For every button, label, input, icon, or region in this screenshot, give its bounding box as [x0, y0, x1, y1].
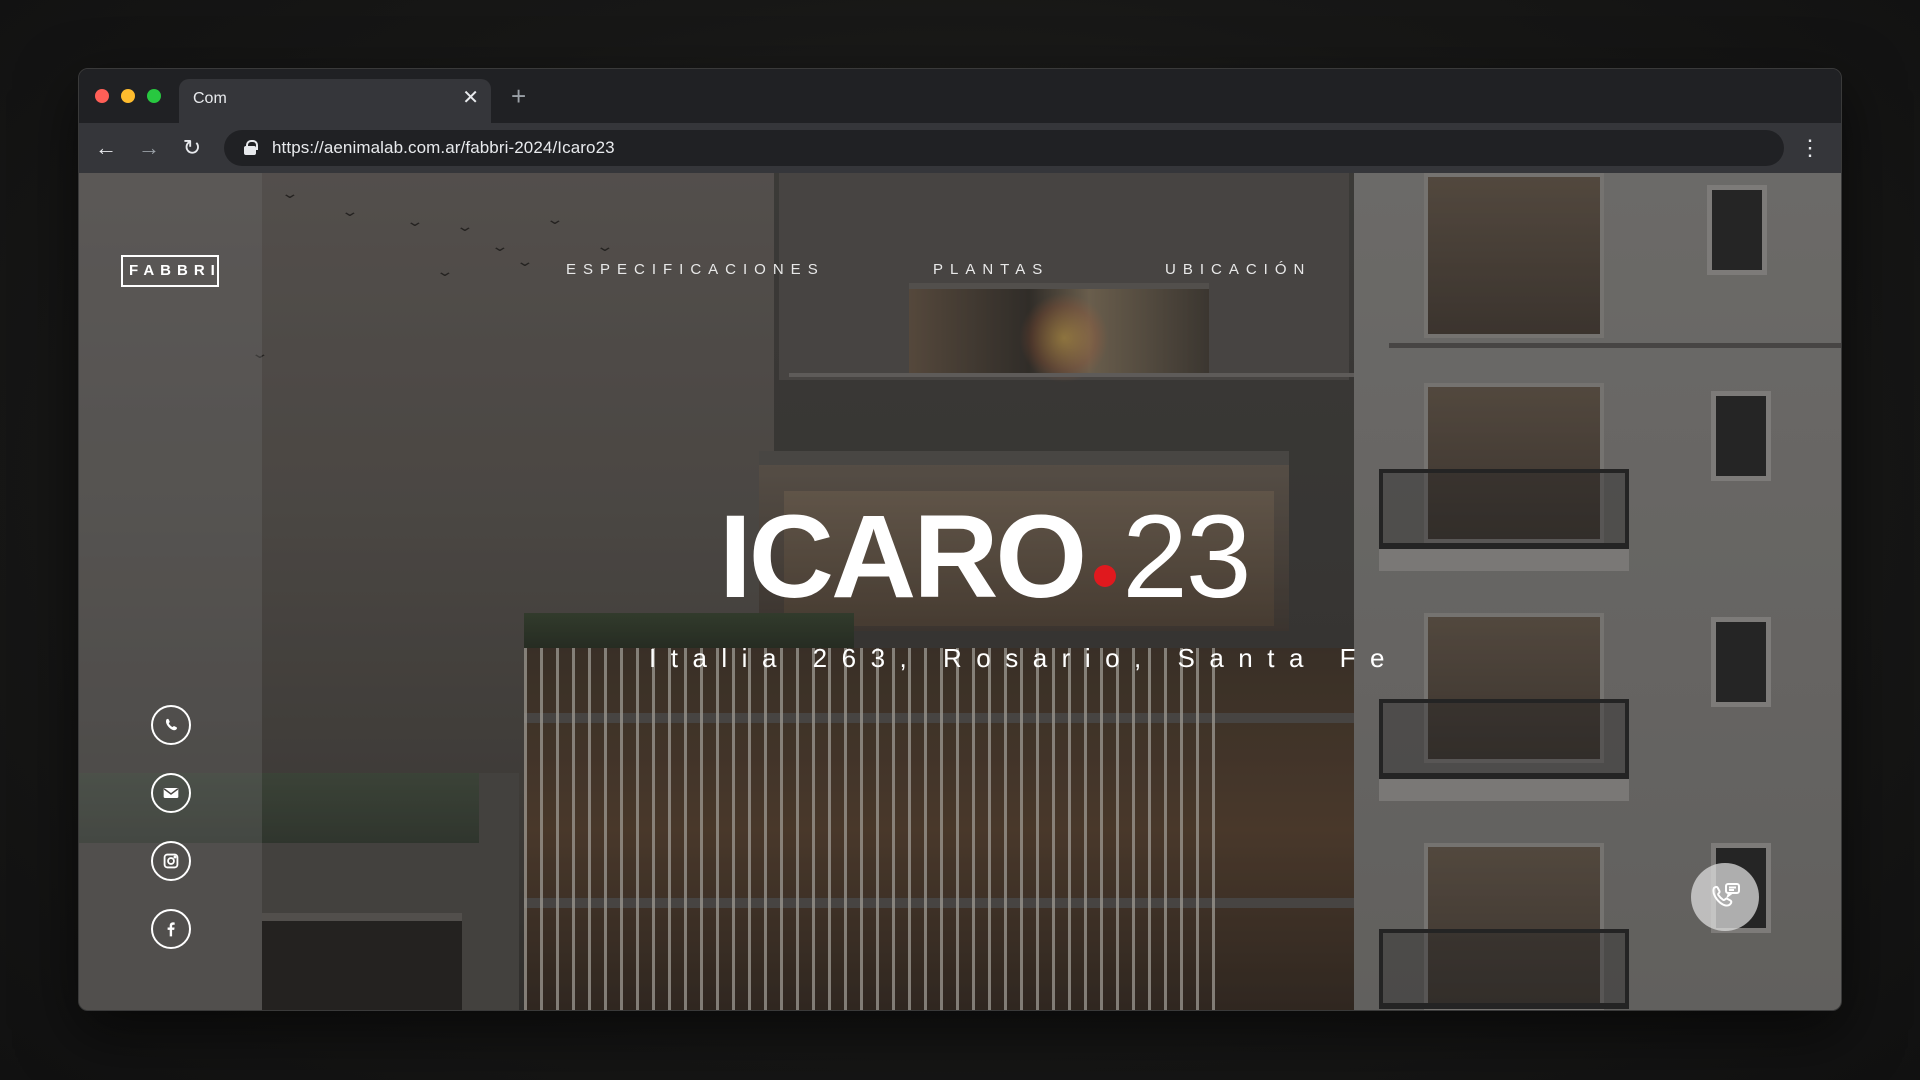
maximize-window-button[interactable] [147, 89, 161, 103]
nav-especificaciones[interactable]: ESPECIFICACIONES [566, 261, 825, 278]
tab-title: Com [193, 90, 227, 107]
accent-dot [1094, 565, 1117, 587]
whatsapp-icon [165, 718, 178, 731]
instagram-button[interactable] [151, 841, 191, 881]
forward-button[interactable]: → [136, 135, 162, 161]
close-window-button[interactable] [95, 89, 109, 103]
facebook-icon [167, 922, 175, 937]
nav-ubicacion[interactable]: UBICACIÓN [1165, 261, 1311, 278]
reload-button[interactable]: ↻ [179, 135, 205, 161]
lock-icon [244, 140, 258, 155]
tab-bar: Com ✕ + [79, 69, 1841, 123]
url-text[interactable]: https://aenimalab.com.ar/fabbri-2024/Ica… [272, 138, 615, 158]
email-icon [163, 787, 179, 799]
browser-tab[interactable]: Com ✕ [179, 79, 491, 123]
email-button[interactable] [151, 773, 191, 813]
new-tab-button[interactable]: + [511, 83, 526, 109]
whatsapp-button[interactable] [151, 705, 191, 745]
page-viewport: ⌄ ⌄ ⌄ ⌄ ⌄ ⌄ ⌄ ⌄ ⌄ ⌄ FABBRI ESPECIFICACIO… [79, 173, 1841, 1010]
nav-plantas[interactable]: PLANTAS [933, 261, 1049, 278]
phone-chat-icon [1712, 883, 1740, 907]
minimize-window-button[interactable] [121, 89, 135, 103]
call-chat-button[interactable] [1691, 863, 1759, 931]
instagram-icon [163, 853, 179, 869]
browser-window: Com ✕ + ← → ↻ https://aenimalab.com.ar/f… [78, 68, 1842, 1011]
browser-toolbar: ← → ↻ https://aenimalab.com.ar/fabbri-20… [79, 123, 1841, 173]
close-tab-icon[interactable]: ✕ [462, 88, 479, 108]
fabbri-logo[interactable]: FABBRI [121, 255, 219, 287]
hero-title-word: ICARO [719, 491, 1087, 623]
browser-menu-icon[interactable]: ⋮ [1799, 135, 1821, 161]
hero-title-number: 23 [1122, 491, 1251, 623]
facebook-button[interactable] [151, 909, 191, 949]
back-button[interactable]: ← [93, 135, 119, 161]
hero-title: ICARO 23 [719, 498, 1251, 616]
hero-address: Italia 263, Rosario, Santa Fe [649, 643, 1400, 673]
address-bar[interactable]: https://aenimalab.com.ar/fabbri-2024/Ica… [224, 130, 1784, 166]
